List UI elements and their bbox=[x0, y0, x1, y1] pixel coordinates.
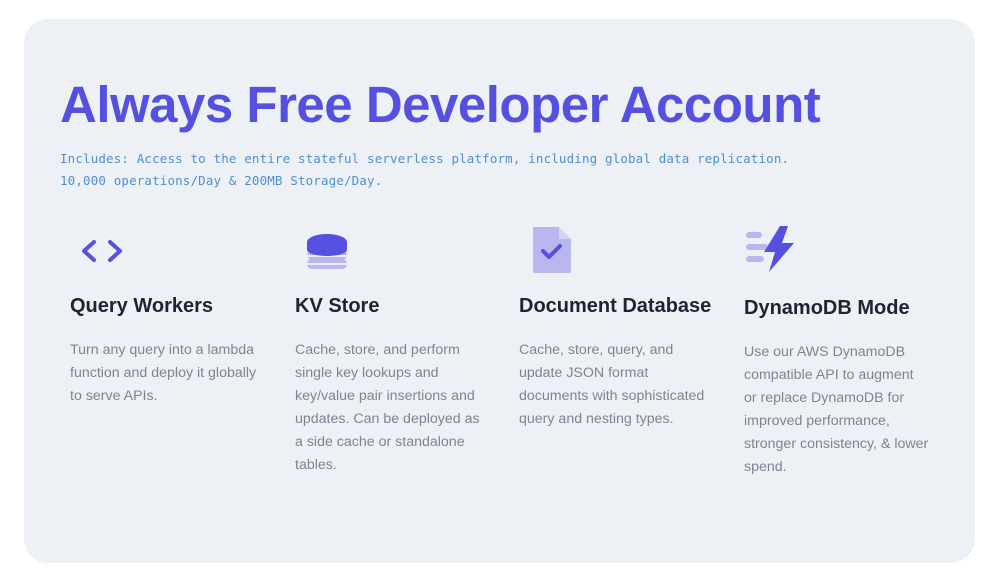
lightning-bolt-icon bbox=[744, 224, 796, 276]
feature-title: DynamoDB Mode bbox=[744, 297, 910, 319]
subtitle-includes: Includes: Access to the entire stateful … bbox=[60, 151, 790, 166]
feature-description: Cache, store, and perform single key loo… bbox=[295, 342, 480, 473]
subtitle-limits: 10,000 operations/Day & 200MB Storage/Da… bbox=[60, 173, 383, 188]
feature-description: Turn any query into a lambda function an… bbox=[70, 342, 257, 404]
database-stack-icon bbox=[301, 228, 353, 280]
page-title: Always Free Developer Account bbox=[60, 76, 821, 133]
feature-description: Use our AWS DynamoDB compatible API to a… bbox=[744, 344, 929, 475]
code-brackets-icon bbox=[76, 228, 128, 280]
document-check-icon bbox=[527, 224, 579, 276]
free-account-card: Always Free Developer Account Includes: … bbox=[24, 19, 975, 563]
feature-title: Query Workers bbox=[70, 295, 214, 317]
feature-title: Document Database bbox=[519, 295, 712, 317]
feature-title: KV Store bbox=[295, 295, 380, 317]
feature-description: Cache, store, query, and update JSON for… bbox=[519, 342, 705, 427]
